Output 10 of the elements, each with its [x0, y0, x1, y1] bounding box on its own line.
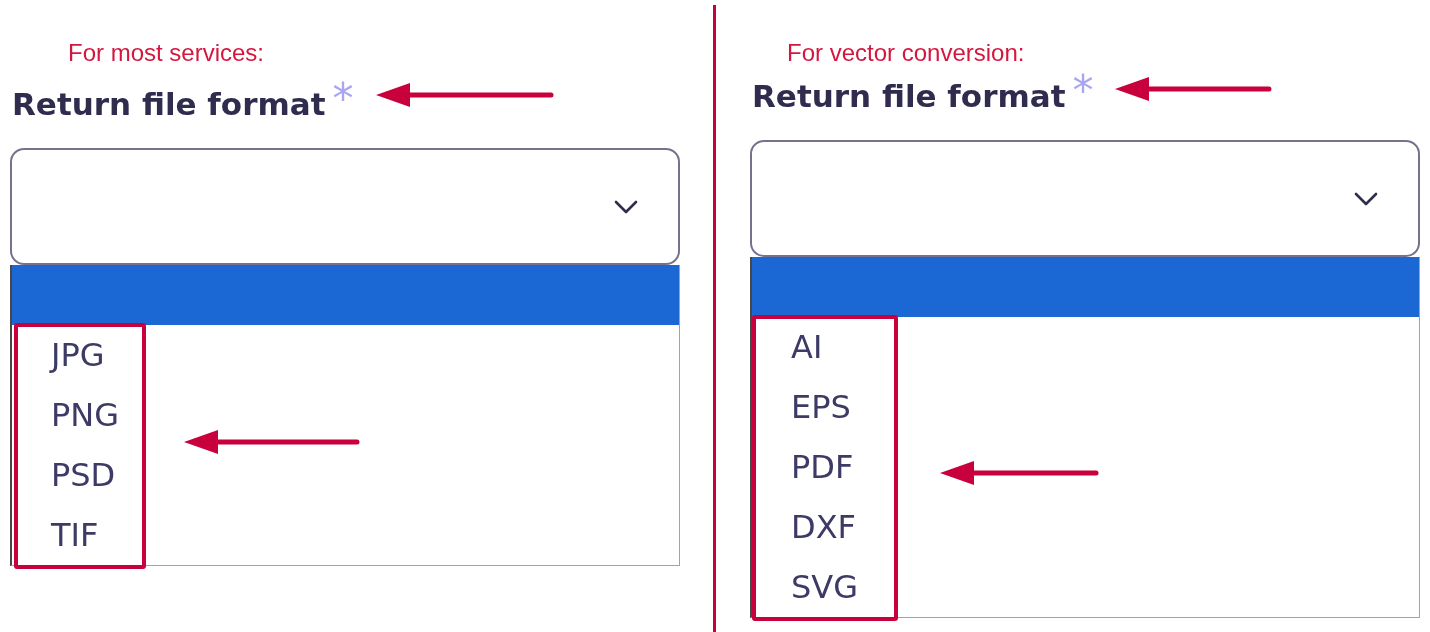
select-field[interactable]	[750, 140, 1420, 257]
field-label: Return file format	[752, 78, 1066, 114]
select-field[interactable]	[10, 148, 680, 265]
chevron-down-icon	[614, 199, 638, 214]
annotation-note: For most services:	[68, 39, 265, 67]
required-asterisk: *	[1072, 70, 1094, 112]
annotation-note: For vector conversion:	[787, 39, 1025, 67]
chevron-down-icon	[1354, 191, 1378, 206]
required-asterisk: *	[332, 78, 354, 120]
field-label: Return file format	[12, 86, 326, 122]
